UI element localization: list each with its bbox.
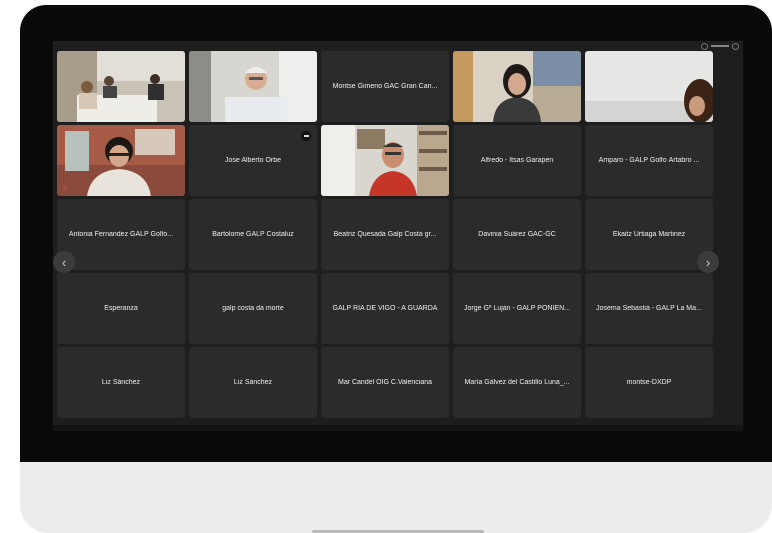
participant-name: Bartolome GALP Costaluz xyxy=(212,231,294,238)
participant-name: Mar Candel OIG C.Valenciana xyxy=(337,379,433,386)
participant-name: Alfredo - Itsas Garapen xyxy=(480,157,554,164)
participant-tile[interactable]: Davinia Suárez GAC-GC xyxy=(453,199,581,270)
chevron-left-icon: ‹ xyxy=(61,254,67,270)
participant-tile[interactable]: María Gálvez del Castillo Luna_... xyxy=(453,347,581,418)
monitor-bezel: Montse Gimeno GAC Gran Can... 3 Jose Alb… xyxy=(20,5,772,462)
settings-icon[interactable] xyxy=(701,42,708,50)
participant-name: Beatriz Quesada Galp Costa gr... xyxy=(333,231,437,238)
participant-name: María Gálvez del Castillo Luna_... xyxy=(464,379,570,386)
participant-tile[interactable] xyxy=(189,51,317,122)
participant-name: Ekaitz Urtiaga Martinez xyxy=(612,231,686,238)
expand-icon[interactable] xyxy=(732,42,739,50)
participant-tile[interactable]: Antonia Fernandez GALP Golfo... xyxy=(57,199,185,270)
window-controls[interactable] xyxy=(701,42,739,50)
participant-name: galp costa da morte xyxy=(222,305,284,312)
video-call-screen: Montse Gimeno GAC Gran Can... 3 Jose Alb… xyxy=(53,41,743,431)
participant-tile[interactable]: Liz Sánchez xyxy=(189,347,317,418)
participant-grid: Montse Gimeno GAC Gran Can... 3 Jose Alb… xyxy=(57,51,715,418)
video-feed-group-room xyxy=(57,51,185,122)
video-feed-woman-dark-hair xyxy=(453,51,581,122)
toolbar-strip xyxy=(53,425,743,431)
monitor-chin xyxy=(20,462,772,533)
participant-name: Liz Sánchez xyxy=(101,379,141,386)
participant-tile[interactable]: GALP RÍA DE VIGO - A GUARDA xyxy=(321,273,449,344)
participant-name: Jose Alberto Orbe xyxy=(224,157,282,164)
participant-name: Josema Sebastiá - GALP La Ma... xyxy=(596,305,702,312)
participant-tile[interactable]: Mar Candel OIG C.Valenciana xyxy=(321,347,449,418)
next-page-button[interactable]: › xyxy=(697,251,719,273)
participant-tile[interactable] xyxy=(321,125,449,196)
video-feed-woman-glasses xyxy=(57,125,185,196)
participant-tile[interactable]: Liz Sánchez xyxy=(57,347,185,418)
participant-tile[interactable]: Ekaitz Urtiaga Martinez xyxy=(585,199,713,270)
participant-name: Davinia Suárez GAC-GC xyxy=(478,231,556,238)
video-feed-man-white-hair xyxy=(189,51,317,122)
participant-name: montse-DXDP xyxy=(626,379,672,386)
participant-tile[interactable] xyxy=(585,51,713,122)
participant-tile[interactable]: Jose Alberto Orbe xyxy=(189,125,317,196)
participant-tile[interactable]: Josema Sebastiá - GALP La Ma... xyxy=(585,273,713,344)
participant-tile[interactable] xyxy=(453,51,581,122)
participant-name: Jorge Gª Luján - GALP PONIEN... xyxy=(464,305,570,312)
participant-tile[interactable]: Alfredo - Itsas Garapen xyxy=(453,125,581,196)
participant-tile[interactable]: Beatriz Quesada Galp Costa gr... xyxy=(321,199,449,270)
participant-tile[interactable]: Amparo - GALP Golfo Ártabro ... xyxy=(585,125,713,196)
participant-tile[interactable]: Bartolome GALP Costaluz xyxy=(189,199,317,270)
participant-name: Antonia Fernandez GALP Golfo... xyxy=(68,231,174,238)
chevron-right-icon: › xyxy=(705,254,711,270)
participant-name: Montse Gimeno GAC Gran Can... xyxy=(332,83,438,90)
participant-tile[interactable]: 3 xyxy=(57,125,185,196)
participant-name: GALP RÍA DE VIGO - A GUARDA xyxy=(332,305,438,312)
participant-name: Esperanza xyxy=(104,305,138,312)
participant-tile[interactable] xyxy=(57,51,185,122)
video-feed-woman-corner xyxy=(585,51,713,122)
participant-tile[interactable]: montse-DXDP xyxy=(585,347,713,418)
previous-page-button[interactable]: ‹ xyxy=(53,251,75,273)
video-feed-man-red-shirt xyxy=(321,125,449,196)
participant-name: Amparo - GALP Golfo Ártabro ... xyxy=(598,157,700,164)
muted-icon xyxy=(301,131,311,141)
participant-tile[interactable]: Esperanza xyxy=(57,273,185,344)
participant-name: Liz Sánchez xyxy=(233,379,273,386)
participant-tile[interactable]: Jorge Gª Luján - GALP PONIEN... xyxy=(453,273,581,344)
participant-tile[interactable]: Montse Gimeno GAC Gran Can... xyxy=(321,51,449,122)
minimize-icon[interactable] xyxy=(711,45,729,47)
speaking-indicator: 3 xyxy=(63,185,67,192)
monitor-frame: Montse Gimeno GAC Gran Can... 3 Jose Alb… xyxy=(20,5,772,533)
participant-tile[interactable]: galp costa da morte xyxy=(189,273,317,344)
